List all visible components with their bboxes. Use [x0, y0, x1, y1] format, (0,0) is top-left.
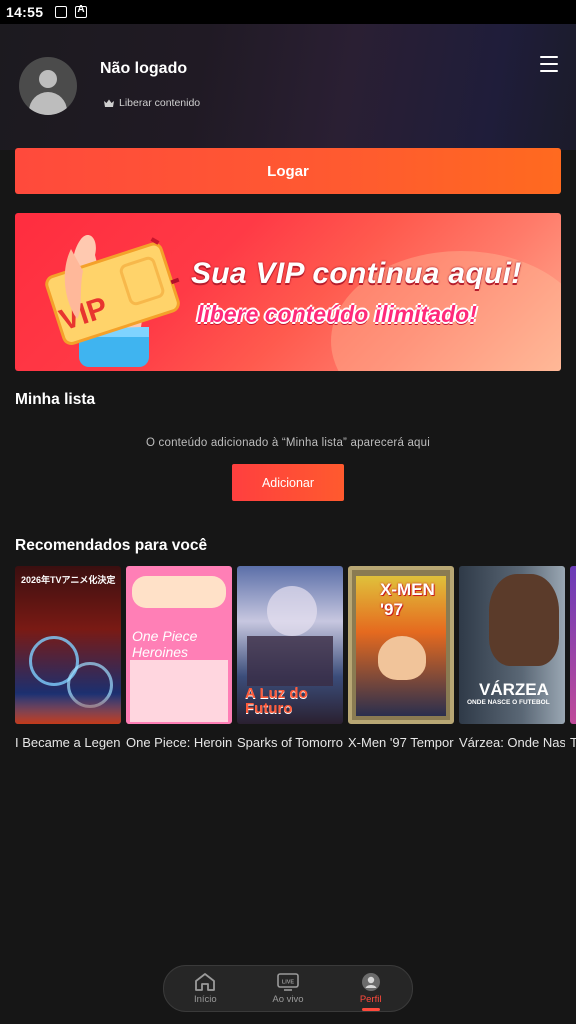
nav-item-home[interactable]: Início — [170, 972, 240, 1005]
vip-banner[interactable]: VIP Sua VIP continua aqui! libere conteú… — [15, 213, 561, 371]
vip-banner-subtitle: libere conteúdo ilimitado! — [197, 301, 477, 327]
poster-image: VÁRZEA ONDE NASCE O FUTEBOL — [459, 566, 565, 724]
avatar-head-shape — [39, 70, 57, 88]
status-time: 14:55 — [6, 4, 44, 20]
poster-image: One Piece Heroines — [126, 566, 232, 724]
vip-card-hand-illustration: VIP — [45, 234, 180, 367]
avatar-body-shape — [29, 92, 67, 115]
recommended-carousel[interactable]: 2026年TVアニメ化決定 I Became a Legend After My… — [15, 566, 576, 756]
my-list-empty-text: O conteúdo adicionado à “Minha lista” ap… — [145, 437, 430, 449]
nav-item-label: Início — [193, 994, 217, 1005]
avatar[interactable] — [19, 57, 77, 115]
crown-icon — [104, 99, 114, 107]
release-content-link[interactable]: Liberar contenido — [104, 97, 200, 109]
profile-icon — [361, 973, 380, 991]
nav-item-live[interactable]: LIVE Ao vivo — [253, 972, 323, 1005]
live-badge-text: LIVE — [282, 980, 295, 986]
image-notification-icon — [55, 6, 68, 18]
bottom-navigation: Início LIVE Ao vivo Perfil — [163, 965, 413, 1012]
user-name[interactable]: Não logado — [100, 60, 187, 78]
release-content-label: Liberar contenido — [119, 97, 201, 109]
recommended-item-title: One Piece: Heroines — [126, 735, 232, 750]
home-icon — [195, 973, 216, 991]
recommended-item-title: Várzea: Onde Nasce o Futebol — [459, 735, 565, 750]
nav-item-label: Ao vivo — [272, 994, 304, 1005]
vip-banner-title: Sua VIP continua aqui! — [191, 257, 522, 290]
recommended-item[interactable]: T — [570, 566, 576, 750]
nav-item-label: Perfil — [359, 994, 382, 1005]
recommended-item-title: I Became a Legend After My 10 Year-Long … — [15, 735, 121, 750]
nav-item-profile[interactable]: Perfil — [336, 972, 406, 1011]
recommended-item[interactable]: X-MEN '97 X-Men '97 Temporada 1 — [348, 566, 454, 750]
add-to-list-button[interactable]: Adicionar — [232, 464, 344, 501]
active-indicator — [361, 1008, 380, 1011]
recommended-item[interactable]: One Piece Heroines One Piece: Heroines — [126, 566, 232, 750]
my-list-title: Minha lista — [15, 391, 96, 408]
recommended-item[interactable]: 2026年TVアニメ化決定 I Became a Legend After My… — [15, 566, 121, 750]
poster-image: A Luz do Futuro — [237, 566, 343, 724]
poster-image: 2026年TVアニメ化決定 — [15, 566, 121, 724]
recommended-title: Recomendados para você — [15, 537, 208, 554]
live-tv-icon: LIVE — [277, 973, 299, 991]
recommended-item-title: X-Men '97 Temporada 1 — [348, 735, 454, 750]
poster-image — [570, 566, 576, 724]
login-button[interactable]: Logar — [15, 148, 561, 194]
recommended-item-title: Sparks of Tomorrow — [237, 735, 343, 750]
menu-icon[interactable] — [540, 56, 558, 72]
app-notification-icon — [75, 4, 88, 18]
recommended-item-title: T — [570, 735, 576, 750]
poster-image: X-MEN '97 — [348, 566, 454, 724]
recommended-item[interactable]: VÁRZEA ONDE NASCE O FUTEBOL Várzea: Onde… — [459, 566, 565, 750]
status-bar: 14:55 — [0, 0, 576, 24]
recommended-item[interactable]: A Luz do Futuro Sparks of Tomorrow — [237, 566, 343, 750]
